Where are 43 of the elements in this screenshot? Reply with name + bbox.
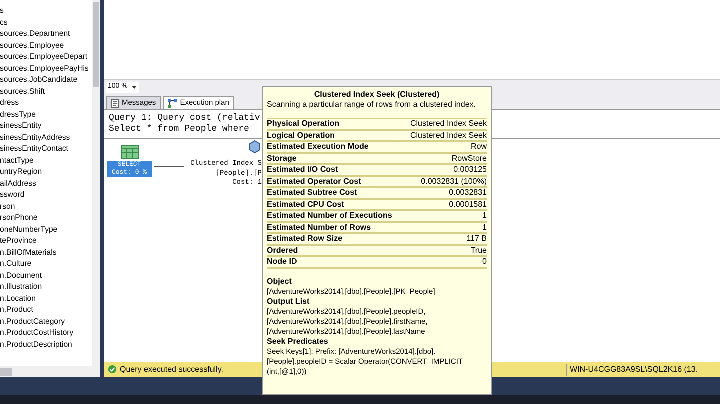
property-name: Node ID [267, 257, 298, 266]
horizontal-scrollbar[interactable] [0, 366, 100, 377]
property-value: Row [470, 142, 487, 152]
caret-icon [132, 86, 137, 89]
property-value: RowStore [452, 154, 487, 163]
property-value: True [470, 246, 487, 255]
section-heading: Output List [267, 296, 311, 306]
property-name: Estimated Number of Executions [267, 211, 392, 220]
table-icon [120, 145, 138, 159]
query-text: Query 1: Query cost (relativ [109, 113, 260, 124]
property-value: Clustered Index Seek [410, 130, 487, 140]
property-name: Estimated Operator Cost [267, 176, 362, 186]
connector-line [154, 166, 184, 167]
property-name: Estimated CPU Cost [267, 200, 344, 209]
document-icon [111, 98, 119, 108]
property-value: Clustered Index Seek [410, 119, 487, 128]
property-name: Logical Operation [267, 130, 336, 140]
server-name: WIN-U4CGG83A9SL\SQL2K16 (13. [566, 364, 716, 376]
property-value: 1 [482, 211, 487, 220]
property-value: 117 B [466, 234, 487, 244]
property-value: 0 [482, 257, 487, 266]
vertical-scrollbar[interactable] [92, 0, 100, 366]
property-value: 0.0032831 [449, 188, 487, 198]
property-name: Estimated Subtree Cost [267, 188, 358, 198]
success-check-icon [108, 365, 117, 374]
section-heading: Object [267, 276, 293, 286]
property-name: Estimated Number of Rows [267, 222, 372, 232]
section-heading: Seek Predicates [267, 336, 330, 346]
tooltip-description: Scanning a particular range of rows from a clustered index. [267, 100, 477, 110]
property-name: Storage [267, 154, 297, 163]
property-name: Estimated I/O Cost [267, 165, 338, 174]
status-message: Query executed successfully. [120, 364, 224, 376]
plan-icon [168, 98, 178, 108]
property-name: Ordered [267, 246, 298, 255]
property-value: 0.0001581 [449, 200, 487, 209]
query-text: Select * from People where [109, 124, 250, 135]
tooltip-title: Clustered Index Seek (Clustered) [313, 90, 441, 100]
property-value: 0.0032831 (100%) [421, 176, 487, 186]
property-name: Estimated Execution Mode [267, 142, 369, 152]
property-value: 0.003125 [454, 165, 487, 174]
property-name: Estimated Row Size [267, 234, 343, 244]
property-value: 1 [482, 222, 487, 232]
property-name: Physical Operation [267, 119, 340, 128]
